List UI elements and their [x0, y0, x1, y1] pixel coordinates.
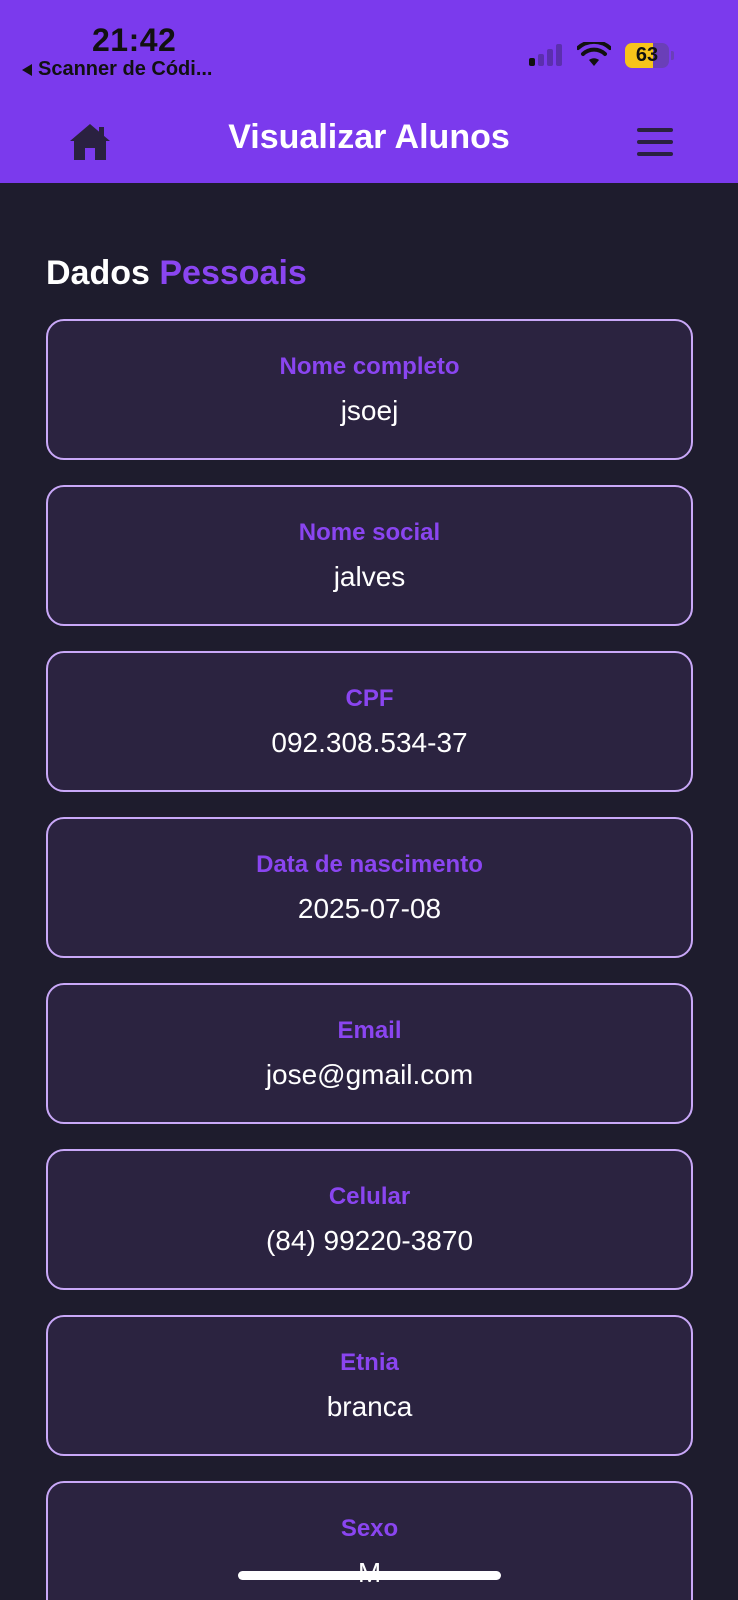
field-label: Email: [337, 1016, 402, 1044]
app-header: 21:42 Scanner de Códi... 63 Visualizar A…: [0, 0, 738, 183]
field-card-celular: Celular (84) 99220-3870: [46, 1149, 693, 1290]
section-title-main: Dados: [46, 254, 150, 292]
field-value: 2025-07-08: [297, 892, 442, 924]
field-label: Nome social: [298, 518, 441, 546]
field-value: branca: [326, 1390, 413, 1422]
field-label: Nome completo: [279, 352, 460, 380]
hamburger-menu-icon[interactable]: [637, 128, 673, 156]
field-card-data-nascimento: Data de nascimento 2025-07-08: [46, 817, 693, 958]
field-label: Data de nascimento: [256, 850, 483, 878]
battery-level: 63: [635, 44, 659, 66]
field-card-nome-social: Nome social jalves: [46, 485, 693, 626]
field-card-cpf: CPF 092.308.534-37: [46, 651, 693, 792]
field-value: jose@gmail.com: [265, 1058, 474, 1090]
field-value: 092.308.534-37: [271, 726, 468, 758]
field-card-email: Email jose@gmail.com: [46, 983, 693, 1124]
wifi-icon: [577, 42, 611, 66]
back-arrow-icon: [22, 63, 32, 76]
status-time: 21:42: [92, 22, 177, 58]
page-title: Visualizar Alunos: [228, 118, 510, 156]
screen: 21:42 Scanner de Códi... 63 Visualizar A…: [0, 0, 738, 1600]
section-title: Dados Pessoais: [46, 254, 307, 293]
back-app-label: Scanner de Códi...: [38, 58, 213, 80]
field-card-nome-completo: Nome completo jsoej: [46, 319, 693, 460]
back-to-app-link[interactable]: Scanner de Códi...: [22, 58, 212, 81]
field-value: jsoej: [340, 394, 399, 426]
cellular-signal-icon: [529, 44, 565, 66]
home-indicator[interactable]: [238, 1571, 501, 1580]
field-label: Sexo: [340, 1514, 399, 1542]
field-card-sexo: Sexo M: [46, 1481, 693, 1600]
battery-icon: 63: [625, 43, 675, 68]
field-value: jalves: [333, 560, 406, 592]
section-title-accent: Pessoais: [159, 254, 307, 292]
field-label: Celular: [328, 1182, 411, 1210]
field-label: Etnia: [340, 1348, 399, 1376]
field-value: (84) 99220-3870: [265, 1224, 474, 1256]
field-label: CPF: [345, 684, 394, 712]
field-card-etnia: Etnia branca: [46, 1315, 693, 1456]
